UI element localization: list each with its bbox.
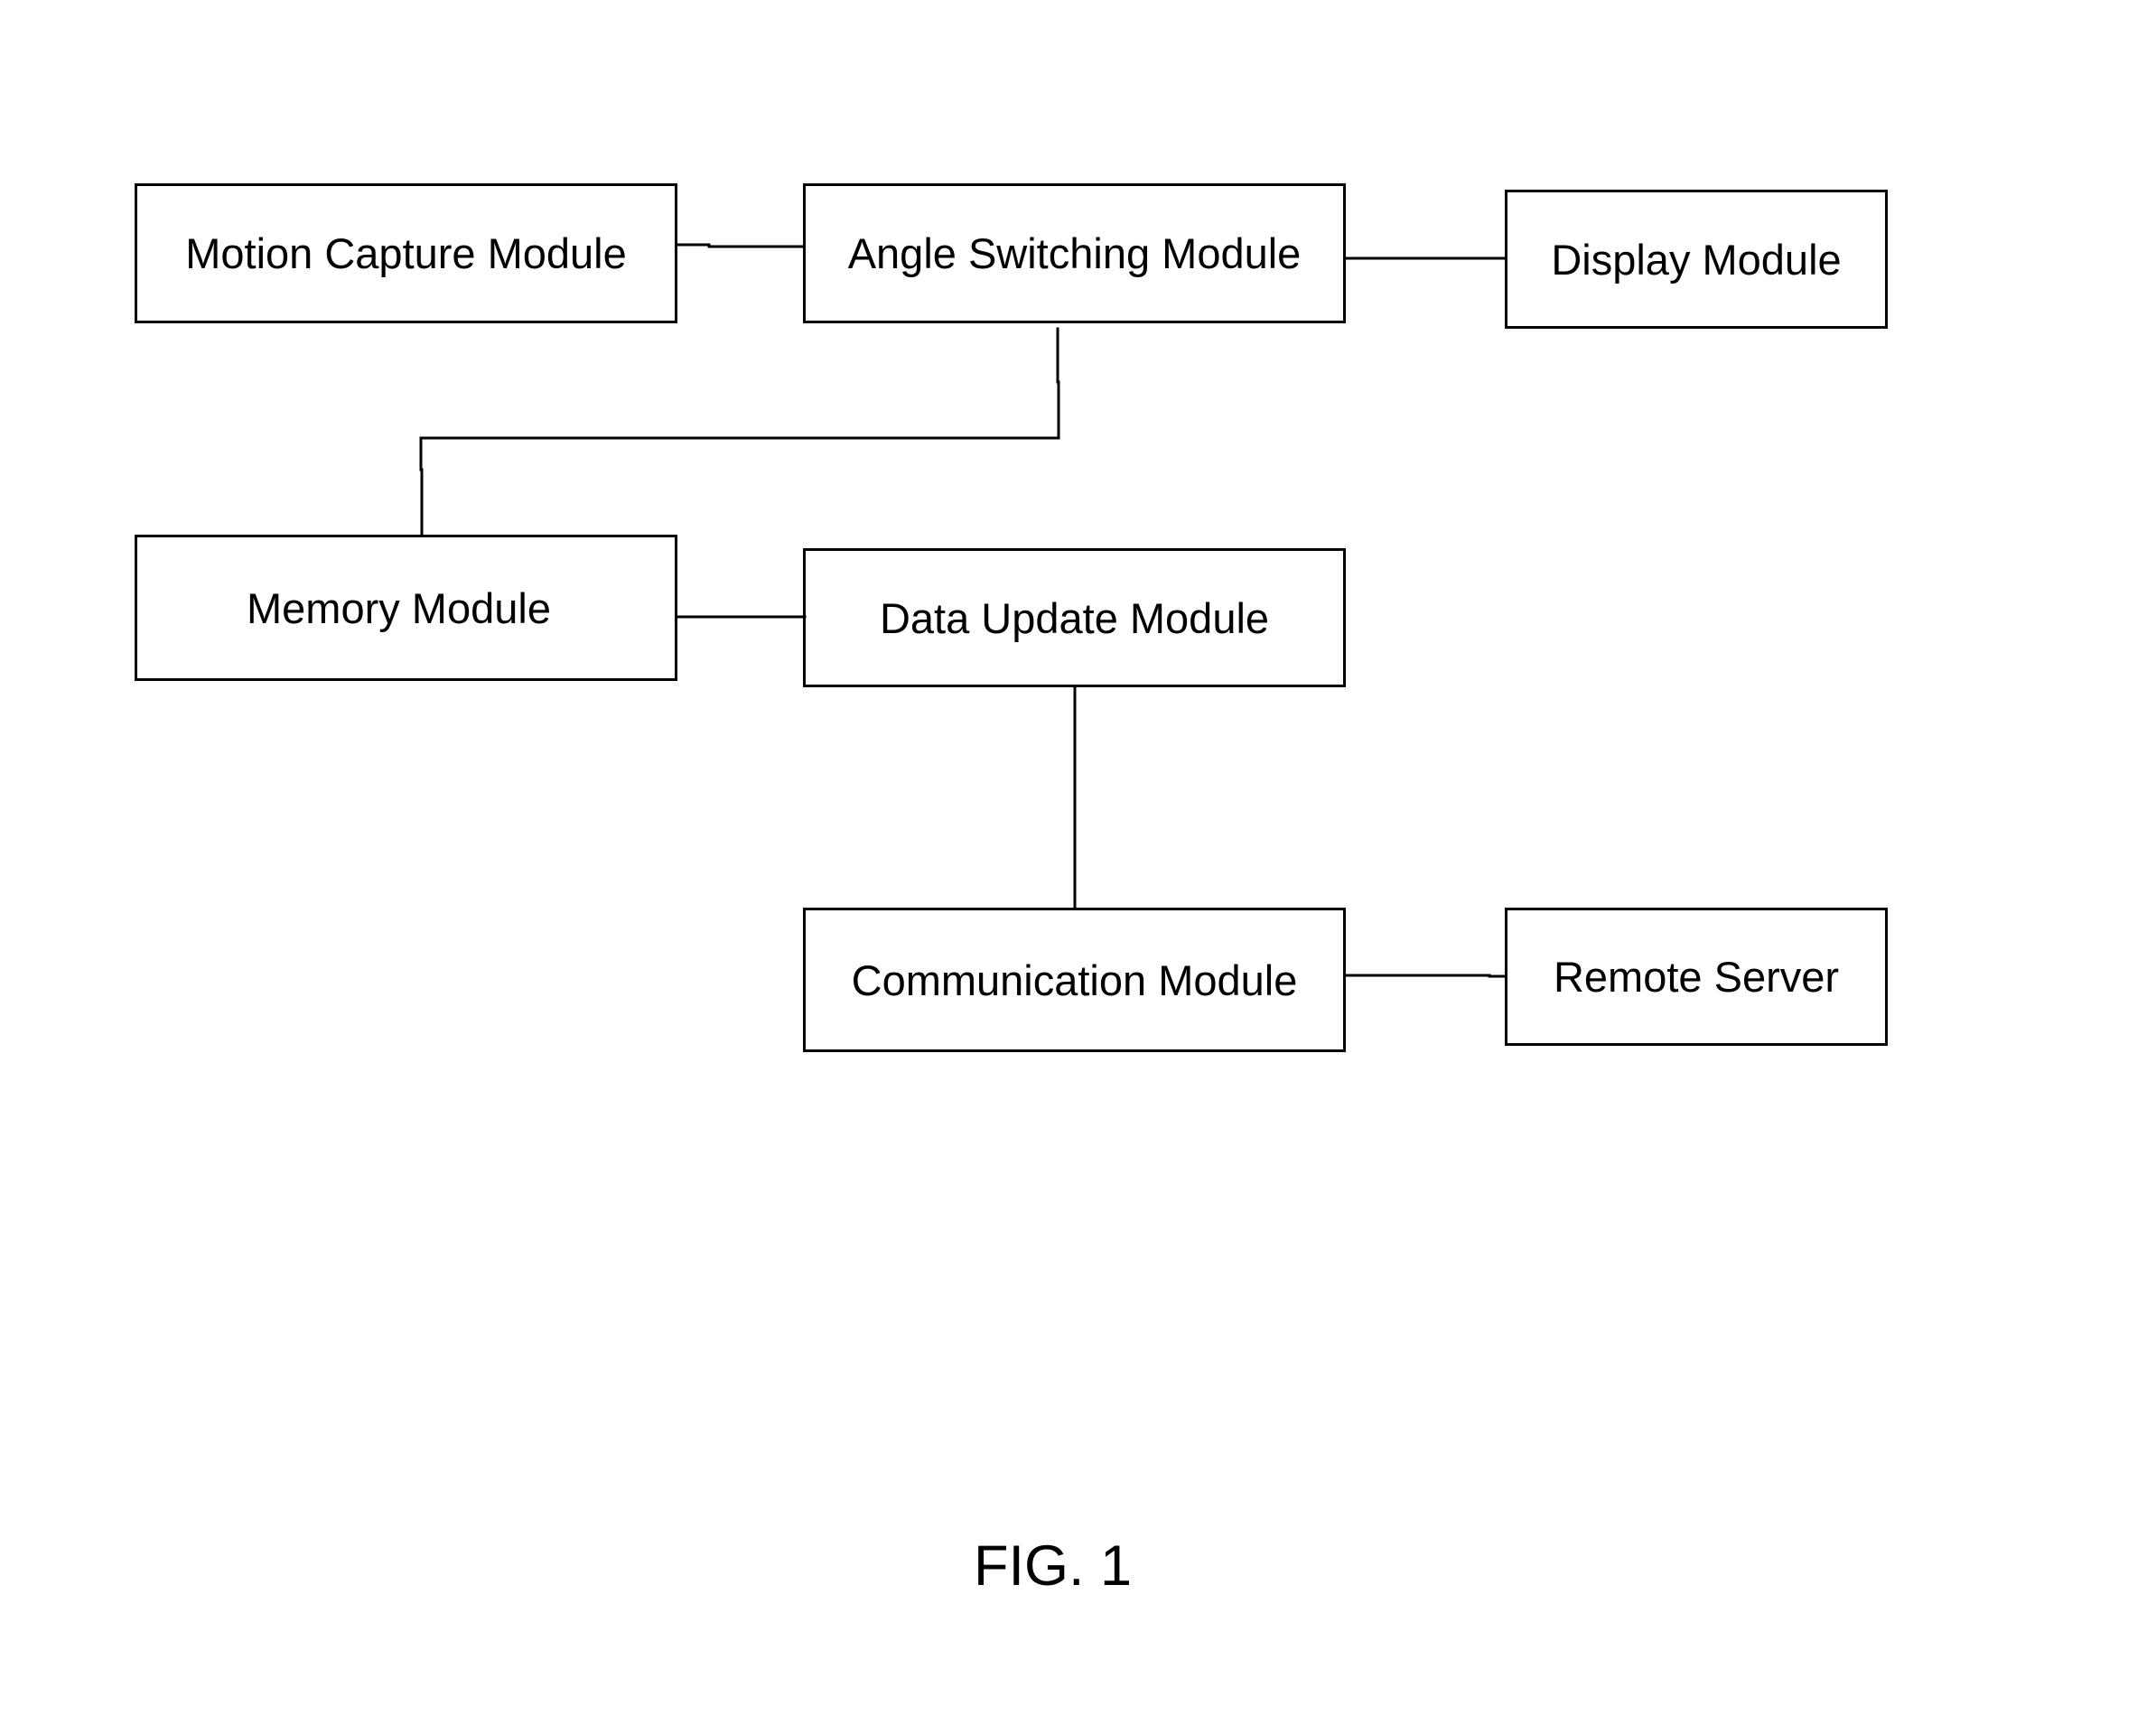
block-diagram: Motion Capture Module Angle Switching Mo… — [0, 0, 2156, 1734]
angle-switching-module-label: Angle Switching Module — [847, 229, 1302, 277]
display-module-box: Display Module — [1505, 190, 1888, 329]
remote-server-box: Remote Server — [1505, 908, 1888, 1046]
motion-capture-module-box: Motion Capture Module — [135, 183, 677, 323]
angle-switching-module-box: Angle Switching Module — [803, 183, 1346, 323]
remote-server-label: Remote Server — [1553, 953, 1840, 1001]
display-module-label: Display Module — [1551, 235, 1842, 284]
communication-module-label: Communication Module — [851, 956, 1298, 1004]
connector-motion-capture-to-angle-switching — [676, 243, 805, 248]
connector-angle-switching-to-memory — [419, 327, 1060, 536]
motion-capture-module-label: Motion Capture Module — [185, 229, 627, 277]
connector-communication-to-remote-server — [1344, 974, 1507, 978]
memory-module-label: Memory Module — [247, 583, 551, 632]
memory-module-box: Memory Module — [135, 535, 677, 681]
data-update-module-box: Data Update Module — [803, 548, 1346, 687]
communication-module-box: Communication Module — [803, 908, 1346, 1052]
figure-caption: FIG. 1 — [974, 1534, 1133, 1598]
data-update-module-label: Data Update Module — [879, 593, 1270, 642]
